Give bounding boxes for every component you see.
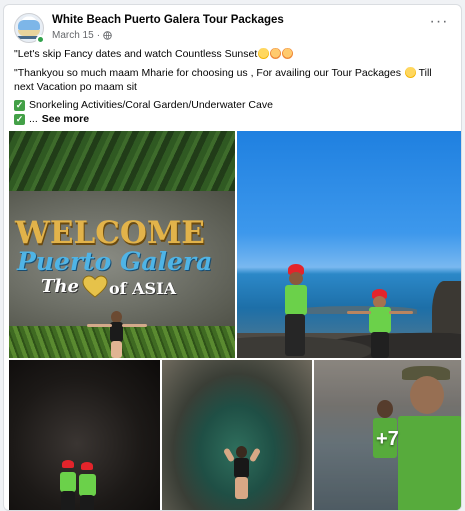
post-text-line-4: ✓ ... See more [14, 112, 89, 126]
heart-icon [82, 275, 108, 298]
person-cave-2 [75, 462, 99, 510]
sign-the-text: The [41, 276, 79, 297]
see-more-link[interactable]: See more [42, 112, 89, 126]
photo-cave-pool[interactable] [162, 360, 312, 510]
post-card: White Beach Puerto Galera Tour Packages … [3, 4, 462, 511]
sign-asia-text: of ASIA [109, 279, 176, 298]
person-pool-woman [222, 446, 262, 500]
post-text-line-3: ✓ Snorkeling Activities/Coral Garden/Und… [14, 98, 273, 112]
photo-dark-cave[interactable] [9, 360, 160, 510]
truncation-ellipsis: ... [29, 113, 38, 125]
smile-emoji-icon [404, 67, 416, 78]
post-header: White Beach Puerto Galera Tour Packages … [14, 13, 453, 45]
grin-emoji-icon [258, 48, 270, 59]
post-date-link[interactable]: March 15 [52, 30, 94, 41]
person-man-green-vest [275, 264, 309, 358]
photo-seaside[interactable] [237, 131, 461, 358]
post-text-line-2: "Thankyou so much maam Mharie for choosi… [14, 66, 454, 94]
sign-puerto-galera-text: Puerto Galera [17, 247, 213, 276]
online-status-dot [36, 35, 45, 44]
photo-welcome-sign[interactable]: WELCOME Puerto Galera The of ASIA [9, 131, 235, 358]
person-woman-arms-open [87, 311, 147, 358]
person-woman-green-vest [345, 289, 415, 358]
avatar-sky [18, 20, 40, 30]
heart-face-emoji-icon [282, 48, 294, 59]
globe-icon [103, 31, 112, 40]
activities-text: Snorkeling Activities/Coral Garden/Under… [29, 99, 273, 111]
post-meta: March 15 · [52, 30, 112, 41]
check-icon: ✓ [14, 99, 25, 111]
meta-separator: · [96, 30, 101, 41]
check-icon: ✓ [14, 113, 25, 125]
post-text-line-2-text: "Thankyou so much maam Mharie for choosi… [14, 67, 401, 79]
more-photos-count[interactable]: +7 [376, 428, 399, 451]
sign-welcome-text: WELCOME [15, 215, 205, 251]
heart-face-emoji-icon [270, 48, 282, 59]
more-options-button[interactable]: ··· [427, 14, 451, 39]
page-name-link[interactable]: White Beach Puerto Galera Tour Packages [52, 14, 284, 26]
photo-boat-selfie[interactable]: +7 [314, 360, 461, 510]
post-text-line-1-text: "Let's skip Fancy dates and watch Countl… [14, 48, 258, 60]
post-text-line-1: "Let's skip Fancy dates and watch Countl… [14, 47, 294, 61]
